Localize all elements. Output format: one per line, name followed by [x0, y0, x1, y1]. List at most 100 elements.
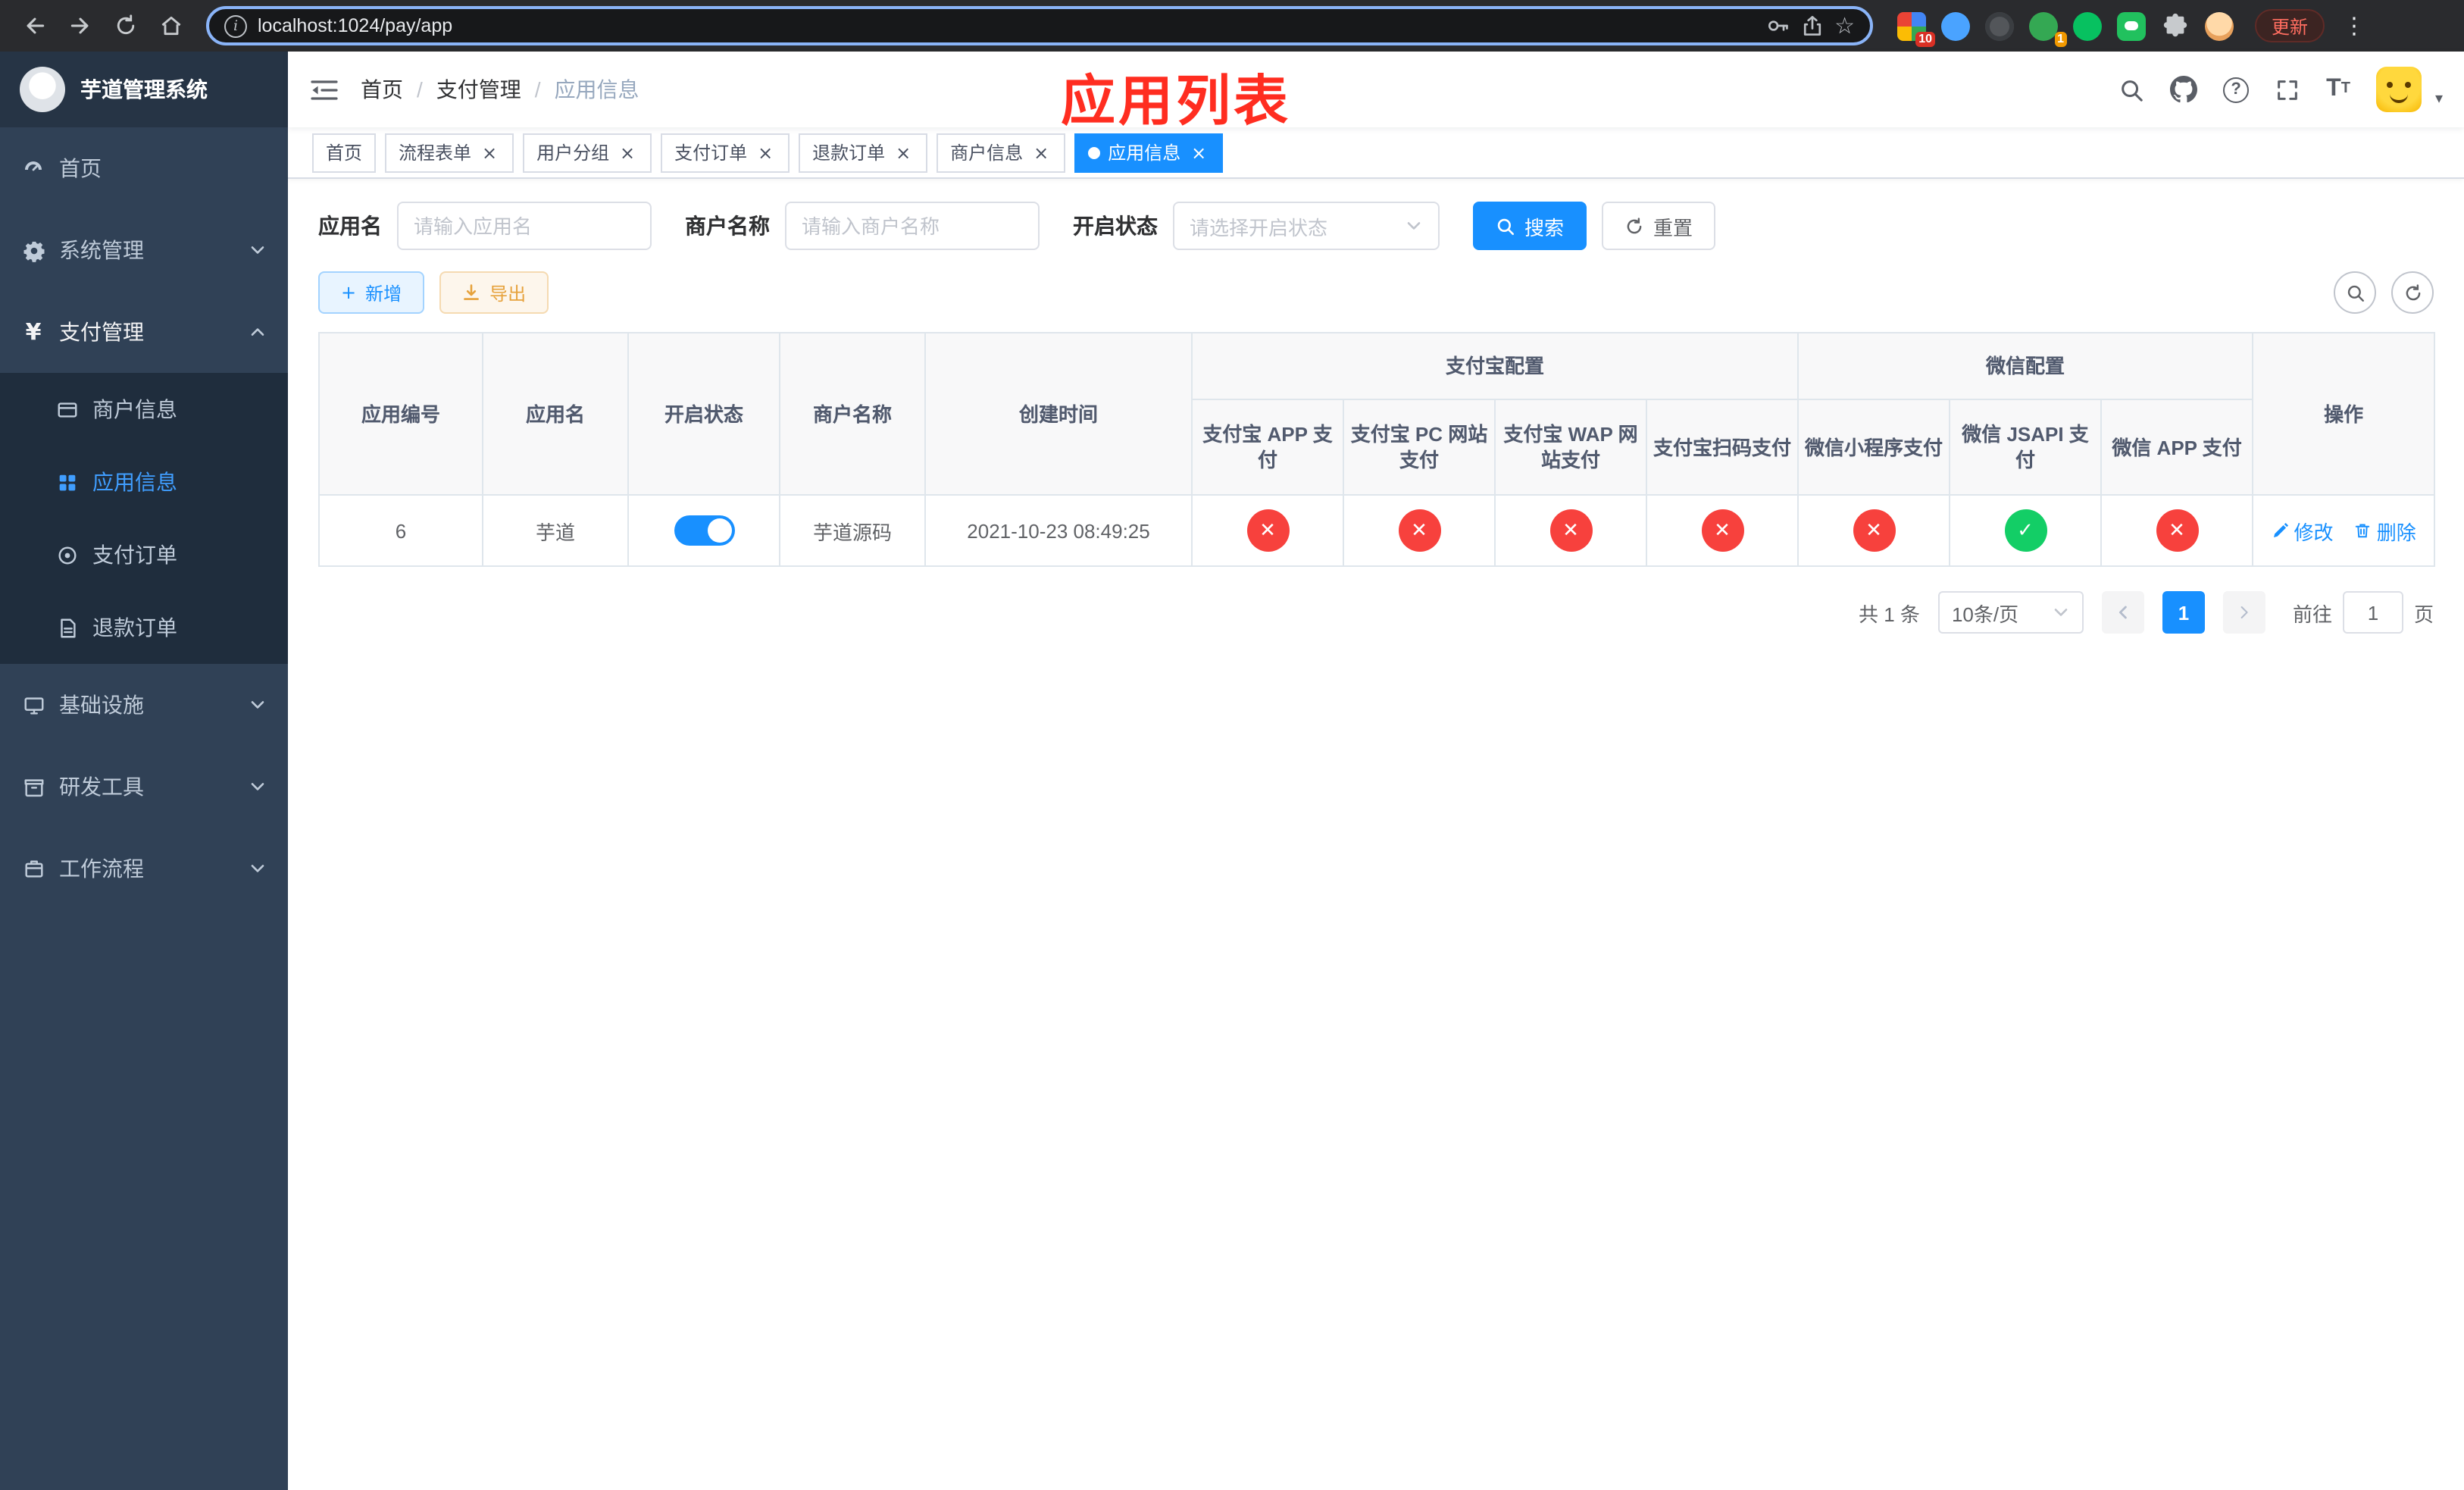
tab-refund-orders[interactable]: 退款订单 ×	[799, 133, 928, 172]
close-icon[interactable]: ×	[617, 142, 638, 163]
cell-actions: 修改 删除	[2252, 494, 2436, 567]
yen-icon: ¥	[25, 318, 42, 345]
trash-icon	[2356, 524, 2370, 538]
sidebar-item-infrastructure[interactable]: 基础设施	[0, 664, 288, 746]
face-extension-icon[interactable]	[2205, 11, 2234, 40]
edit-button[interactable]: 修改	[2271, 516, 2333, 545]
sidebar-item-workflow[interactable]: 工作流程	[0, 828, 288, 909]
back-button[interactable]	[15, 6, 55, 45]
sidebar-item-payment-orders[interactable]: 支付订单	[0, 518, 288, 591]
merchant-name-input[interactable]	[785, 202, 1040, 250]
page-size-select[interactable]: 10条/页	[1937, 591, 2084, 634]
add-button[interactable]: + 新增	[318, 271, 425, 314]
table-toolbar: + 新增 导出	[318, 271, 2434, 314]
goto-unit: 页	[2413, 603, 2434, 625]
chevron-down-icon	[251, 783, 264, 790]
column-header-wechat-jsapi: 微信 JSAPI 支付	[1949, 399, 2103, 496]
download-icon	[464, 284, 480, 300]
close-icon[interactable]: ×	[479, 142, 500, 163]
breadcrumb: 首页 / 支付管理 / 应用信息	[361, 74, 639, 105]
app-title: 芋道管理系统	[80, 77, 208, 102]
browser-menu-icon[interactable]: ⋮	[2334, 12, 2375, 39]
close-icon[interactable]: ×	[1030, 142, 1052, 163]
breadcrumb-home[interactable]: 首页	[361, 74, 403, 105]
font-size-icon[interactable]: TT	[2326, 77, 2350, 102]
fullscreen-icon[interactable]	[2275, 77, 2300, 102]
search-icon	[1497, 218, 1515, 235]
column-header-status: 开启状态	[627, 332, 780, 496]
app-table: 应用编号 应用名 开启状态 商户名称 创建时间 支付宝配置 微信配置 操作 支付…	[318, 332, 2436, 567]
sidebar-item-home[interactable]: 首页	[0, 127, 288, 209]
extension-badge: 1	[2054, 31, 2067, 46]
active-tab-dot	[1088, 146, 1101, 158]
help-icon[interactable]: ?	[2223, 77, 2250, 102]
app-name-input[interactable]	[397, 202, 652, 250]
tab-merchant-info[interactable]: 商户信息 ×	[937, 133, 1066, 172]
prev-page-button[interactable]	[2101, 591, 2144, 634]
column-header-alipay-pc: 支付宝 PC 网站支付	[1343, 399, 1496, 496]
status-select[interactable]: 请选择开启状态	[1173, 202, 1440, 250]
grid-icon	[55, 470, 79, 494]
reset-button[interactable]: 重置	[1602, 202, 1716, 250]
dark-extension-icon[interactable]	[1985, 11, 2014, 40]
user-avatar[interactable]	[2375, 67, 2422, 112]
payment-submenu: 商户信息 应用信息 支付订单 退款订单	[0, 373, 288, 664]
browser-update-button[interactable]: 更新	[2255, 9, 2325, 42]
key-icon[interactable]	[1765, 14, 1789, 38]
caret-down-icon[interactable]: ▾	[2435, 91, 2443, 112]
puzzle-extension-icon[interactable]	[2161, 11, 2190, 40]
sidebar-item-merchant-info[interactable]: 商户信息	[0, 373, 288, 446]
sidebar-item-dev-tools[interactable]: 研发工具	[0, 746, 288, 828]
tab-process-form[interactable]: 流程表单 ×	[385, 133, 514, 172]
refresh-table-button[interactable]	[2391, 271, 2434, 314]
delete-button[interactable]: 删除	[2354, 516, 2416, 545]
breadcrumb-payment[interactable]: 支付管理	[436, 74, 521, 105]
column-header-app-name: 应用名	[482, 332, 629, 496]
site-info-icon[interactable]: i	[224, 14, 247, 37]
tab-app-info[interactable]: 应用信息 ×	[1074, 133, 1224, 172]
reload-button[interactable]	[106, 6, 145, 45]
app-name-label: 应用名	[318, 214, 382, 238]
sidebar-item-payment[interactable]: ¥ 支付管理	[0, 291, 288, 373]
green-avatar-extension-icon[interactable]: 1	[2029, 11, 2067, 46]
table-row: 6 芋道 芋道源码 2021-10-23 08:49:25 ✕ ✕ ✕ ✕ ✕ …	[318, 494, 2436, 567]
search-icon[interactable]	[2118, 77, 2144, 102]
cell-status	[627, 494, 780, 567]
chat-extension-icon[interactable]	[2117, 11, 2146, 40]
close-icon[interactable]: ×	[1188, 142, 1209, 163]
drop-extension-icon[interactable]	[1941, 11, 1970, 40]
tab-user-group[interactable]: 用户分组 ×	[523, 133, 652, 172]
cell-app-name: 芋道	[482, 494, 629, 567]
next-page-button[interactable]	[2222, 591, 2265, 634]
column-header-app-id: 应用编号	[318, 332, 483, 496]
extension-badge: 10	[1915, 31, 1935, 46]
dashboard-icon	[21, 156, 45, 180]
share-icon[interactable]	[1800, 14, 1824, 38]
merchant-name-label: 商户名称	[685, 214, 770, 238]
status-toggle[interactable]	[674, 515, 734, 546]
channel-status-icon	[2156, 509, 2199, 552]
close-icon[interactable]: ×	[755, 142, 776, 163]
url-text: localhost:1024/pay/app	[258, 15, 453, 36]
home-button[interactable]	[152, 6, 191, 45]
wechat-extension-icon[interactable]	[2073, 11, 2102, 40]
sidebar-item-system[interactable]: 系统管理	[0, 209, 288, 291]
export-button[interactable]: 导出	[439, 271, 549, 314]
github-icon[interactable]	[2170, 76, 2198, 103]
bookmark-star-icon[interactable]: ☆	[1834, 14, 1855, 37]
toggle-search-button[interactable]	[2334, 271, 2376, 314]
forward-button[interactable]	[61, 6, 100, 45]
search-button[interactable]: 搜索	[1473, 202, 1587, 250]
url-bar[interactable]: i localhost:1024/pay/app ☆	[206, 6, 1873, 45]
tab-home[interactable]: 首页	[312, 133, 377, 172]
goto-page-input[interactable]	[2342, 591, 2403, 634]
grid-extension-icon[interactable]: 10	[1897, 11, 1935, 46]
current-page-button[interactable]: 1	[2162, 591, 2205, 634]
target-icon	[55, 543, 79, 567]
tab-payment-orders[interactable]: 支付订单 ×	[661, 133, 790, 172]
sidebar-item-refund-orders[interactable]: 退款订单	[0, 591, 288, 664]
close-icon[interactable]: ×	[893, 142, 914, 163]
sidebar-item-app-info[interactable]: 应用信息	[0, 446, 288, 518]
sidebar-collapse-button[interactable]	[288, 52, 361, 127]
pagination-total: 共 1 条	[1859, 603, 1920, 625]
